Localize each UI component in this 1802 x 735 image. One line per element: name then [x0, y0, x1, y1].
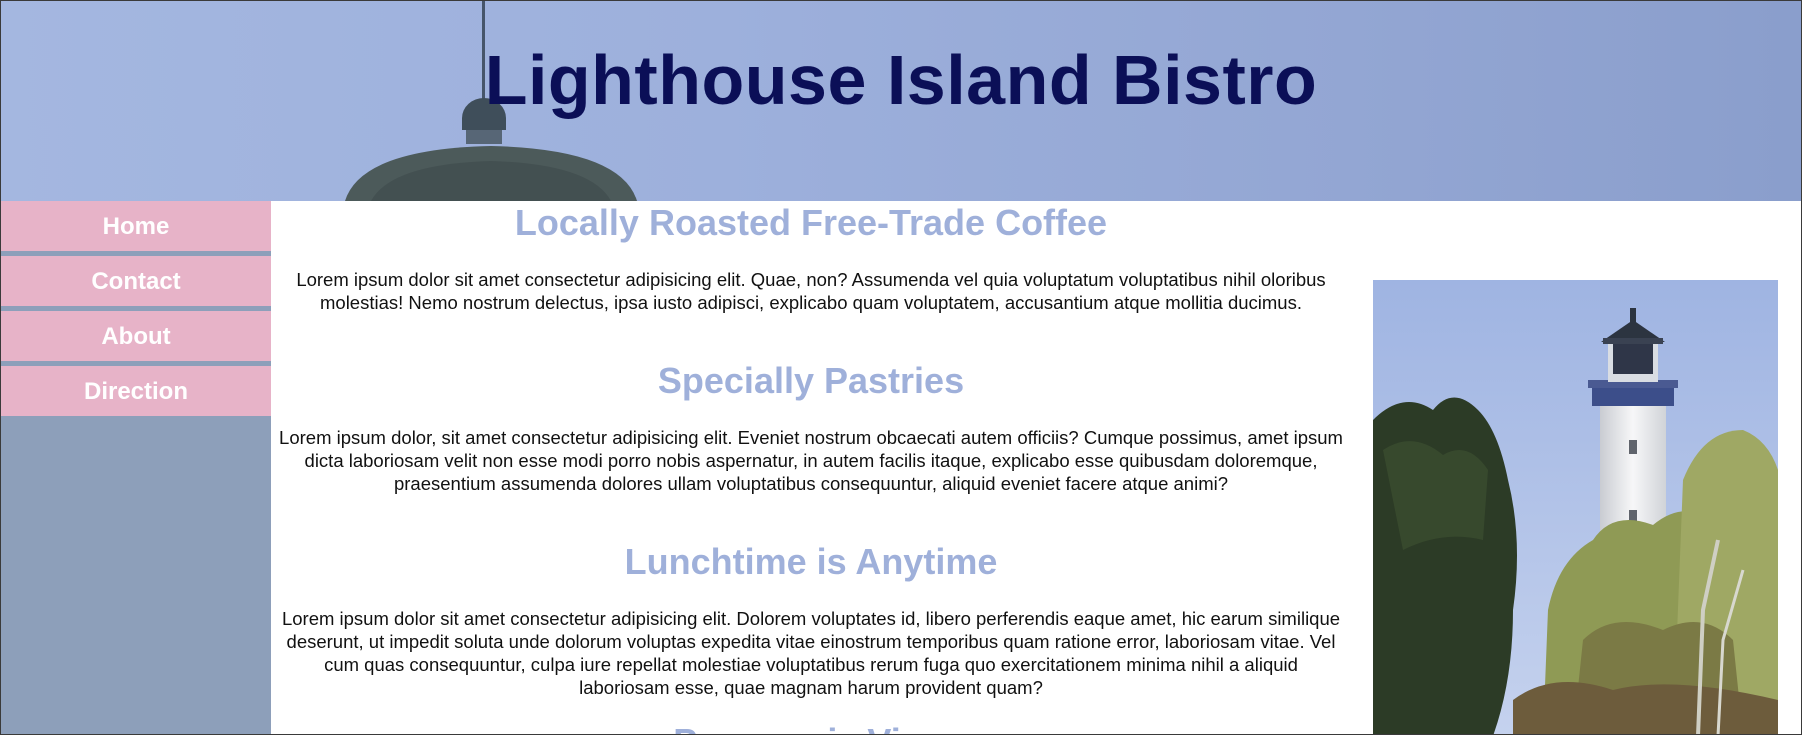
section-heading-pastries: Specially Pastries: [657, 360, 965, 401]
nav-item-about[interactable]: About: [1, 311, 271, 361]
section-heading-view: Panoramic View: [279, 722, 1343, 735]
section-heading-coffee: Locally Roasted Free-Trade Coffee: [514, 202, 1108, 243]
site-header: Lighthouse Island Bistro: [1, 1, 1801, 201]
site-title: Lighthouse Island Bistro: [484, 41, 1318, 119]
nav-item-contact[interactable]: Contact: [1, 256, 271, 306]
nav-list: Home Contact About Direction: [1, 201, 271, 416]
section-text-pastries: Lorem ipsum dolor, sit amet consectetur …: [279, 427, 1343, 494]
section-text-lunch: Lorem ipsum dolor sit amet consectetur a…: [281, 608, 1341, 698]
page: Lighthouse Island Bistro Home Contact Ab…: [0, 0, 1802, 735]
nav-item-home[interactable]: Home: [1, 201, 271, 251]
section-heading-lunch: Lunchtime is Anytime: [624, 541, 998, 582]
sidebar-nav: Home Contact About Direction: [1, 201, 271, 734]
section-text-coffee: Lorem ipsum dolor sit amet consectetur a…: [296, 269, 1326, 313]
lighthouse-photo: [1373, 280, 1778, 734]
nav-item-direction[interactable]: Direction: [1, 366, 271, 416]
